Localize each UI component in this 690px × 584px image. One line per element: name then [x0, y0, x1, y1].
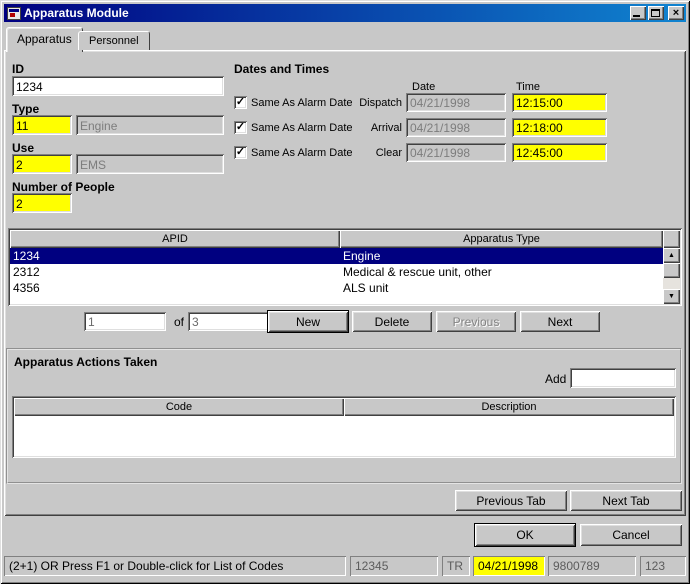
ok-button[interactable]: OK	[475, 524, 575, 546]
id-label: ID	[12, 62, 24, 76]
same-as-alarm-checkbox-arrival[interactable]: ✓	[234, 121, 247, 134]
type-cell: Engine	[340, 249, 663, 263]
apparatus-table-body: 1234 Engine 2312 Medical & rescue unit, …	[10, 248, 663, 296]
apparatus-row-3[interactable]: 4356 ALS unit	[10, 280, 663, 296]
type-description-field	[76, 115, 224, 135]
title-bar[interactable]: Apparatus Module ×	[4, 4, 686, 22]
scroll-down-button[interactable]: ▼	[663, 289, 680, 304]
apparatus-module-window: Apparatus Module × Apparatus Personnel I…	[0, 0, 690, 584]
minimize-icon	[633, 15, 640, 17]
status-field-station: 123	[640, 556, 686, 576]
use-label: Use	[12, 141, 34, 155]
scroll-up-button[interactable]: ▲	[663, 248, 680, 263]
column-header-apid[interactable]: APID	[10, 230, 340, 248]
next-tab-button[interactable]: Next Tab	[570, 490, 682, 511]
scrollbar-thumb[interactable]	[663, 263, 680, 278]
people-label: Number of People	[12, 180, 115, 194]
scrollbar-track[interactable]	[663, 263, 680, 289]
maximize-icon	[651, 9, 660, 17]
next-button[interactable]: Next	[520, 311, 600, 332]
apparatus-table-header: APID Apparatus Type	[10, 230, 680, 248]
maximize-button[interactable]	[648, 6, 664, 20]
minimize-button[interactable]	[630, 6, 646, 20]
apparatus-row-2[interactable]: 2312 Medical & rescue unit, other	[10, 264, 663, 280]
record-number-input[interactable]	[84, 312, 166, 331]
actions-table: Code Description	[12, 396, 676, 458]
vertical-scrollbar[interactable]: ▲ ▼	[663, 248, 680, 304]
previous-tab-button[interactable]: Previous Tab	[455, 490, 567, 511]
new-button[interactable]: New	[268, 311, 348, 332]
close-icon: ×	[673, 8, 679, 19]
dispatch-date-field	[406, 93, 506, 112]
people-input[interactable]	[12, 193, 72, 213]
type-code-input[interactable]	[12, 115, 72, 135]
dates-times-title: Dates and Times	[234, 62, 329, 76]
down-arrow-icon: ▼	[668, 293, 675, 300]
type-cell: Medical & rescue unit, other	[340, 265, 663, 279]
apid-cell: 1234	[10, 249, 340, 263]
window-title: Apparatus Module	[24, 6, 628, 20]
actions-taken-title: Apparatus Actions Taken	[14, 355, 157, 369]
clear-date-field	[406, 143, 506, 162]
status-message: (2+1) OR Press F1 or Double-click for Li…	[4, 556, 346, 576]
cancel-button[interactable]: Cancel	[580, 524, 682, 546]
time-column-header: Time	[516, 81, 540, 93]
id-input[interactable]	[12, 76, 224, 96]
same-as-alarm-checkbox-clear[interactable]: ✓	[234, 146, 247, 159]
tab-apparatus[interactable]: Apparatus	[6, 27, 83, 52]
app-icon	[7, 7, 21, 20]
clear-time-field[interactable]	[512, 143, 607, 162]
type-cell: ALS unit	[340, 281, 663, 295]
delete-button[interactable]: Delete	[352, 311, 432, 332]
arrival-date-field	[406, 118, 506, 137]
clear-label: Clear	[334, 147, 402, 159]
add-code-input[interactable]	[570, 368, 676, 388]
check-icon: ✓	[236, 147, 245, 158]
date-column-header: Date	[412, 81, 435, 93]
record-total-input[interactable]	[188, 312, 270, 331]
apparatus-table: APID Apparatus Type 1234 Engine 2312 Med…	[8, 228, 682, 306]
arrival-label: Arrival	[334, 122, 402, 134]
check-icon: ✓	[236, 97, 245, 108]
status-field-date: 04/21/1998	[473, 556, 545, 576]
check-icon: ✓	[236, 122, 245, 133]
arrival-time-field[interactable]	[512, 118, 607, 137]
actions-table-body	[14, 416, 674, 452]
dispatch-time-field[interactable]	[512, 93, 607, 112]
column-header-description[interactable]: Description	[344, 398, 674, 416]
add-label: Add	[545, 372, 566, 386]
tab-personnel-label: Personnel	[89, 35, 139, 47]
previous-button[interactable]: Previous	[436, 311, 516, 332]
actions-table-header: Code Description	[14, 398, 674, 416]
up-arrow-icon: ▲	[668, 252, 675, 259]
use-description-field	[76, 154, 224, 174]
apid-cell: 4356	[10, 281, 340, 295]
dispatch-label: Dispatch	[334, 97, 402, 109]
use-code-input[interactable]	[12, 154, 72, 174]
column-header-code[interactable]: Code	[14, 398, 344, 416]
column-header-stub	[663, 230, 680, 248]
status-field-report-number: 9800789	[548, 556, 636, 576]
column-header-apparatus-type[interactable]: Apparatus Type	[340, 230, 663, 248]
tab-personnel[interactable]: Personnel	[78, 31, 150, 50]
same-as-alarm-checkbox-dispatch[interactable]: ✓	[234, 96, 247, 109]
apparatus-row-1[interactable]: 1234 Engine	[10, 248, 663, 264]
tab-apparatus-label: Apparatus	[17, 32, 72, 46]
of-label: of	[174, 315, 184, 329]
status-field-incident-number: 12345	[350, 556, 438, 576]
status-bar: (2+1) OR Press F1 or Double-click for Li…	[0, 552, 690, 580]
apid-cell: 2312	[10, 265, 340, 279]
type-label: Type	[12, 102, 39, 116]
close-button[interactable]: ×	[668, 6, 684, 20]
apparatus-tab-panel: ID Type Use Number of People Dates and T…	[4, 50, 686, 516]
status-field-code: TR	[442, 556, 470, 576]
